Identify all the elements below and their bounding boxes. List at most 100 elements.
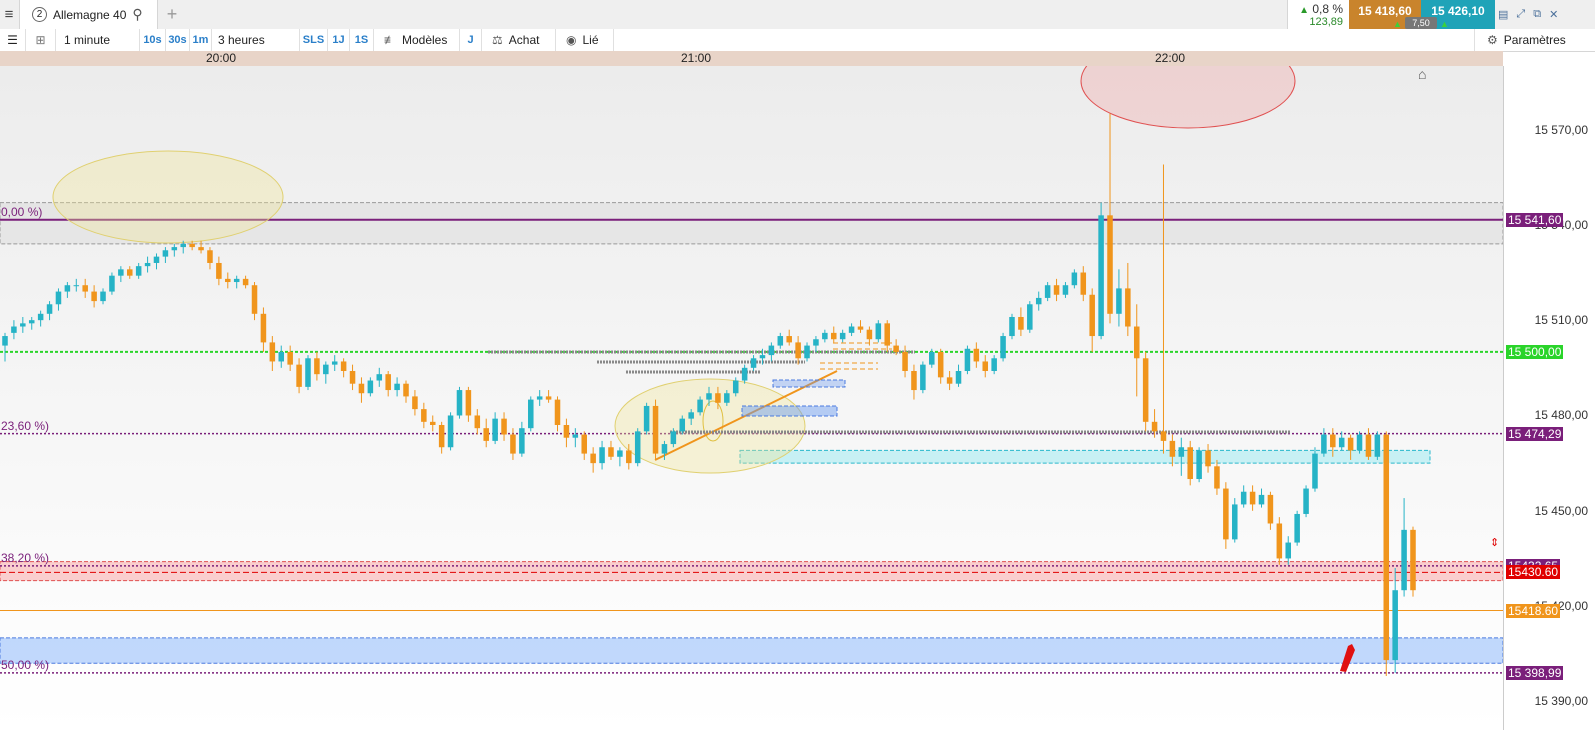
x-tick-label: 21:00 xyxy=(680,51,712,65)
candle-body xyxy=(46,304,53,314)
close-icon[interactable]: ✕ xyxy=(1549,8,1558,21)
blue-order-box[interactable] xyxy=(741,405,838,417)
candle[interactable] xyxy=(1303,485,1309,518)
red-band-zone[interactable] xyxy=(0,561,1504,582)
candle-body xyxy=(91,291,97,302)
candle[interactable] xyxy=(305,355,311,391)
expand-icon[interactable]: ⤢ xyxy=(1516,8,1525,21)
y-tick-label: 15 390,00 xyxy=(1534,694,1588,709)
candle-body xyxy=(2,336,8,346)
timeframe-select[interactable]: 1 minute xyxy=(56,29,140,51)
candle[interactable] xyxy=(1098,202,1104,340)
candle-body xyxy=(848,326,855,333)
range-select[interactable]: 3 heures xyxy=(212,29,300,51)
candle[interactable] xyxy=(1142,351,1149,432)
add-tab-icon[interactable]: + xyxy=(160,0,184,29)
models-button[interactable]: ≢ Modèles xyxy=(374,29,460,51)
buy-price: 15 426,10 xyxy=(1431,4,1485,18)
candle-body xyxy=(1223,488,1229,540)
tf-1m-button[interactable]: 1m xyxy=(190,29,212,51)
list-icon[interactable]: ☰ xyxy=(0,29,26,51)
candle-body xyxy=(1303,488,1309,514)
candle-body xyxy=(866,329,873,340)
candle[interactable] xyxy=(456,386,463,419)
change-points: 123,89 xyxy=(1309,16,1343,28)
candle-body xyxy=(759,355,766,359)
current-price-tag[interactable]: 15418.60 xyxy=(1506,603,1561,618)
candle[interactable] xyxy=(1410,526,1416,597)
candle[interactable] xyxy=(1276,517,1283,565)
candle-body xyxy=(1232,504,1238,540)
highlight-ellipse[interactable] xyxy=(614,378,806,474)
candle-body xyxy=(135,266,142,276)
candle[interactable] xyxy=(109,272,115,295)
candle[interactable] xyxy=(1374,431,1381,460)
candle-body xyxy=(278,351,285,362)
candle-body xyxy=(590,453,596,464)
spread-badge: 7,50 xyxy=(1405,17,1437,29)
candle[interactable] xyxy=(652,399,659,460)
candle[interactable] xyxy=(1000,332,1006,362)
candle-body xyxy=(697,399,703,413)
candle-body xyxy=(1125,288,1131,327)
candle-body xyxy=(340,361,347,371)
linked-button[interactable]: ◉ Lié xyxy=(556,29,614,51)
tf-30s-button[interactable]: 30s xyxy=(166,29,190,51)
candle[interactable] xyxy=(1196,447,1202,483)
candle-body xyxy=(403,383,409,397)
fib-price-tag[interactable]: 15 474,29 xyxy=(1506,426,1564,441)
candle[interactable] xyxy=(1027,301,1033,333)
candle-body xyxy=(501,418,507,435)
settings-button[interactable]: ⚙ Paramètres xyxy=(1474,29,1595,51)
candle[interactable] xyxy=(528,396,534,432)
candle[interactable] xyxy=(1356,431,1363,454)
layout-icon[interactable]: ▤ xyxy=(1498,8,1508,21)
y-tick-label: 15 480,00 xyxy=(1534,408,1588,423)
candle[interactable] xyxy=(447,412,454,451)
candle[interactable] xyxy=(875,320,882,343)
buy-tool-button[interactable]: ⚖ Achat xyxy=(482,29,556,51)
one-week-button[interactable]: 1S xyxy=(350,29,374,51)
candle-body xyxy=(955,370,962,384)
sls-button[interactable]: SLS xyxy=(300,29,328,51)
candle-body xyxy=(144,262,151,267)
search-icon[interactable]: ⚲ xyxy=(132,6,142,23)
blue-zone-zone[interactable] xyxy=(0,637,1504,664)
sell-price: 15 418,60 xyxy=(1358,4,1412,18)
fib-price-tag[interactable]: 15 541,60 xyxy=(1506,212,1564,227)
candle[interactable] xyxy=(643,402,650,435)
candle-body xyxy=(929,351,935,365)
menu-icon[interactable]: ≡ xyxy=(0,0,18,29)
candle-body xyxy=(1027,304,1033,330)
candle[interactable] xyxy=(1187,440,1193,486)
chart-plot[interactable]: 0,00 %) 23,60 %) 38,20 %) 50,00 %) xyxy=(0,33,1504,730)
price-axis[interactable]: 15 390,00 15 420,00 15 450,00 15 480,00 15 5… xyxy=(1418,66,1595,730)
candle-body xyxy=(1240,491,1247,505)
candle-body xyxy=(536,396,543,400)
highlight-ellipse[interactable] xyxy=(52,150,284,244)
tf-10s-button[interactable]: 10s xyxy=(140,29,166,51)
candle[interactable] xyxy=(1383,431,1390,676)
candle-body xyxy=(617,450,623,457)
one-day-button[interactable]: 1J xyxy=(328,29,350,51)
order-drag-icon[interactable]: ⇕ xyxy=(1490,536,1499,549)
popout-icon[interactable]: ⧉ xyxy=(1533,8,1541,21)
instrument-tab[interactable]: 2 Allemagne 40 ⚲ xyxy=(19,0,158,29)
candle[interactable] xyxy=(920,361,926,394)
fib-price-tag[interactable]: 15 398,99 xyxy=(1506,665,1564,680)
candle[interactable] xyxy=(1232,498,1238,543)
support-price-tag[interactable]: 15 500,00 xyxy=(1506,344,1564,359)
grid-layout-icon[interactable]: ⊞ xyxy=(26,29,56,51)
candle[interactable] xyxy=(1312,447,1318,492)
blue-order-box[interactable] xyxy=(772,379,846,388)
candle-body xyxy=(1196,450,1202,480)
candle[interactable] xyxy=(1223,482,1229,549)
candle[interactable] xyxy=(1009,313,1015,340)
order-price-tag[interactable]: 15430.60 xyxy=(1506,565,1561,580)
candle[interactable] xyxy=(964,345,971,375)
journal-button[interactable]: J xyxy=(460,29,482,51)
candle[interactable] xyxy=(1294,510,1300,546)
candle[interactable] xyxy=(634,428,641,467)
home-marker-icon[interactable]: ⌂ xyxy=(1418,66,1426,82)
candlestick-chart[interactable] xyxy=(0,33,1504,730)
